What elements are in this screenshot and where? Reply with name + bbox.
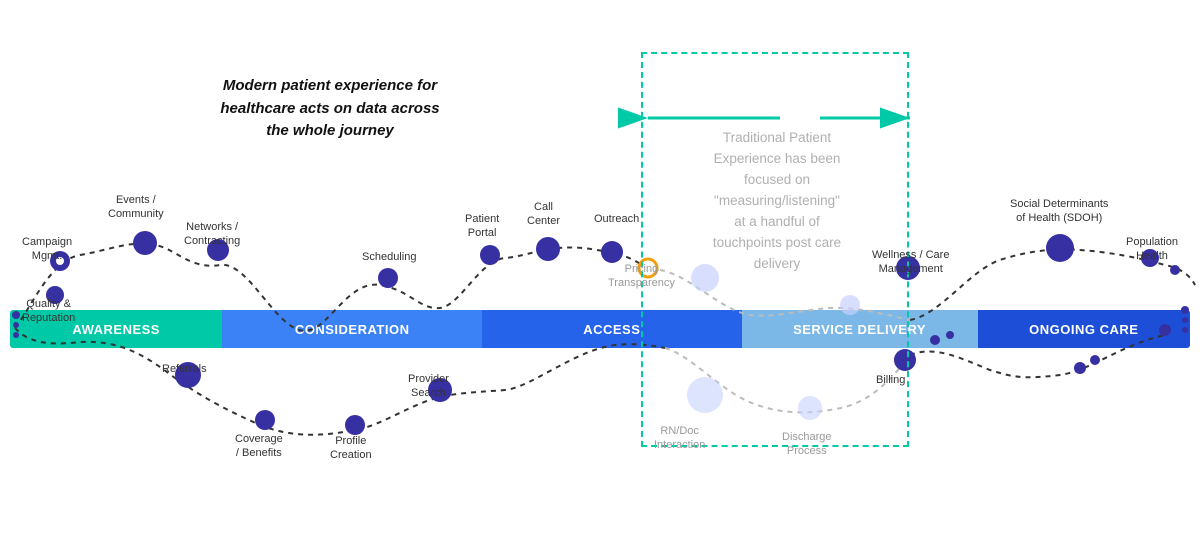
label-patient-portal: PatientPortal	[465, 212, 499, 241]
label-rn-doc: RN/DocInteraction	[654, 424, 705, 453]
segment-service-delivery: SERVICE DELIVERY	[742, 310, 978, 348]
label-social-determinants: Social Determinantsof Health (SDOH)	[1010, 197, 1108, 226]
label-billing: Billing	[876, 373, 905, 387]
main-container: Modern patient experience for healthcare…	[0, 0, 1200, 533]
traditional-text: Traditional Patient Experience has been …	[648, 128, 906, 274]
journey-svg	[0, 0, 1200, 533]
label-pricing-transparency: PricingTransparency	[608, 262, 675, 291]
label-coverage-benefits: Coverage/ Benefits	[235, 432, 283, 461]
label-discharge-process: DischargeProcess	[782, 430, 832, 459]
segment-consideration: CONSIDERATION	[222, 310, 482, 348]
label-wellness-care: Wellness / CareManagement	[872, 248, 949, 277]
label-quality-reputation: Quality &Reputation	[22, 297, 75, 326]
modern-patient-text: Modern patient experience for healthcare…	[220, 75, 440, 143]
segment-ongoing-care: ONGOING CARE	[978, 310, 1190, 348]
label-profile-creation: ProfileCreation	[330, 434, 372, 463]
label-events-community: Events /Community	[108, 193, 164, 222]
journey-bar: AWARENESS CONSIDERATION ACCESS SERVICE D…	[10, 310, 1190, 348]
label-scheduling: Scheduling	[362, 250, 416, 264]
label-provider-search: ProviderSearch	[408, 372, 449, 401]
label-population-health: PopulationHealth	[1126, 235, 1178, 264]
label-networks-contracting: Networks /Contracting	[184, 220, 240, 249]
segment-access: ACCESS	[482, 310, 742, 348]
label-campaign-mgmt: CampaignMgmt.	[22, 235, 72, 264]
label-referrals: Referrals	[162, 362, 207, 376]
label-outreach: Outreach	[594, 212, 639, 226]
label-call-center: CallCenter	[527, 200, 560, 229]
